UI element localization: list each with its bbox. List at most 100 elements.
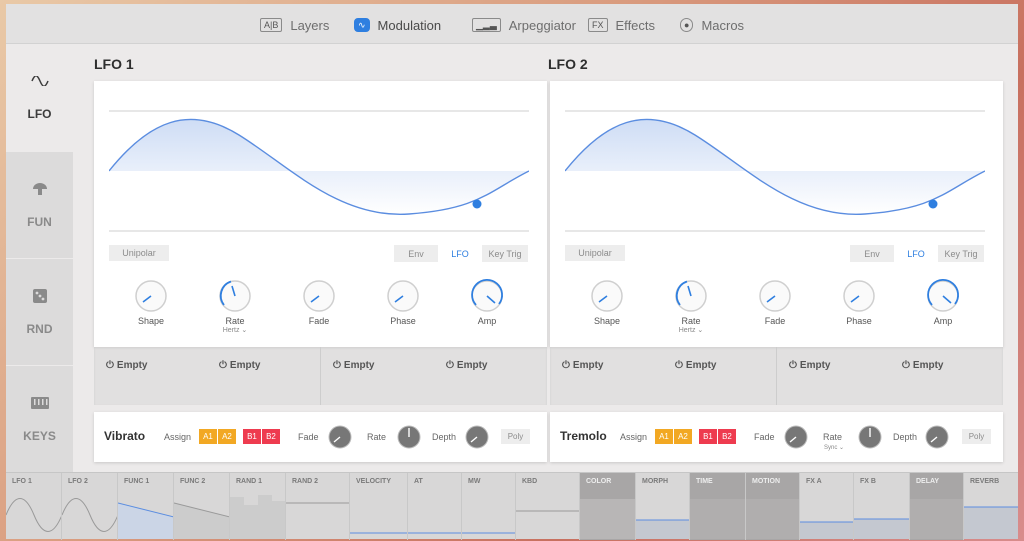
tab-macros[interactable]: ● Macros	[680, 16, 744, 34]
source-rand2[interactable]: RAND 2	[286, 473, 350, 540]
knob-dial[interactable]	[217, 278, 253, 314]
source-reverb[interactable]: REVERB	[964, 473, 1018, 540]
source-label: FX B	[860, 478, 876, 485]
knob-dial[interactable]	[925, 278, 961, 314]
source-fxa[interactable]: FX A	[800, 473, 854, 540]
knob-label: Fade	[308, 316, 330, 326]
source-fxb[interactable]: FX B	[854, 473, 910, 540]
lfo2-mode-lfo[interactable]: LFO	[894, 245, 938, 262]
vibrato-depth-knob[interactable]	[464, 424, 490, 450]
lfo2-slot-2[interactable]: ⏻ Empty	[675, 360, 716, 371]
source-func2[interactable]: FUNC 2	[174, 473, 230, 540]
source-delay[interactable]: DELAY	[910, 473, 964, 540]
tab-arpeggiator[interactable]: ▁▂▃ Arpeggiator	[472, 16, 576, 34]
power-icon: ⏻	[106, 360, 114, 371]
sidebar-item-label: RND	[26, 322, 53, 336]
lfo1-mode-lfo[interactable]: LFO	[438, 245, 482, 262]
depth-label: Depth	[432, 432, 457, 442]
sidebar-item-rnd[interactable]: RND	[6, 259, 73, 365]
lfo1-unipolar-button[interactable]: Unipolar	[109, 245, 169, 261]
rate-unit-dropdown[interactable]: Hertz ⌄	[679, 326, 704, 334]
assign-b2-button[interactable]: B2	[718, 429, 736, 444]
source-lfo2[interactable]: LFO 2	[62, 473, 118, 540]
lfo1-mode-keytrig[interactable]: Key Trig	[482, 245, 528, 262]
assign-a1-button[interactable]: A1	[655, 429, 673, 444]
source-rand1[interactable]: RAND 1	[230, 473, 286, 540]
vibrato-rate-knob[interactable]	[396, 424, 422, 450]
knob-dial[interactable]	[757, 278, 793, 314]
lfo1-waveform[interactable]	[109, 109, 529, 233]
tab-layers[interactable]: A|B Layers	[260, 16, 329, 34]
lfo2-mode-env[interactable]: Env	[850, 245, 894, 262]
knob-dial[interactable]	[301, 278, 337, 314]
lfo1-shape-knob[interactable]: Shape	[121, 278, 181, 326]
sidebar-item-keys[interactable]: KEYS	[6, 366, 73, 472]
lfo2-phase-knob[interactable]: Phase	[829, 278, 889, 326]
lfo2-panel: Unipolar Env LFO Key Trig Shape Rate Her…	[550, 81, 1003, 347]
knob-dial[interactable]	[841, 278, 877, 314]
lfo2-waveform[interactable]	[565, 109, 985, 233]
rate-sync-dropdown[interactable]: Sync ⌄	[824, 444, 844, 451]
source-color[interactable]: COLOR	[580, 473, 636, 540]
modulator-sidebar: LFO FUN RND KEYS	[6, 44, 73, 472]
lfo2-amp-knob[interactable]: Amp	[913, 278, 973, 326]
tab-effects[interactable]: FX Effects	[588, 16, 655, 34]
vibrato-fade-knob[interactable]	[327, 424, 353, 450]
assign-b1-button[interactable]: B1	[243, 429, 261, 444]
assign-b1-button[interactable]: B1	[699, 429, 717, 444]
tremolo-depth-knob[interactable]	[924, 424, 950, 450]
knob-dial[interactable]	[589, 278, 625, 314]
knob-dial[interactable]	[469, 278, 505, 314]
lfo1-slot-2[interactable]: ⏻ Empty	[219, 360, 260, 371]
lfo1-phase-knob[interactable]: Phase	[373, 278, 433, 326]
source-at[interactable]: AT	[408, 473, 462, 540]
sidebar-item-label: LFO	[27, 107, 52, 121]
mushroom-icon	[29, 181, 51, 197]
lfo2-rate-knob[interactable]: Rate Hertz ⌄	[661, 278, 721, 334]
lfo1-amp-knob[interactable]: Amp	[457, 278, 517, 326]
lfo1-slot-4[interactable]: ⏻ Empty	[446, 360, 487, 371]
sidebar-item-fun[interactable]: FUN	[6, 152, 73, 258]
rate-unit-dropdown[interactable]: Hertz ⌄	[223, 326, 248, 334]
source-velocity[interactable]: VELOCITY	[350, 473, 408, 540]
lfo1-slot-3[interactable]: ⏻ Empty	[333, 360, 374, 371]
source-kbd[interactable]: KBD	[516, 473, 580, 540]
knob-dial[interactable]	[385, 278, 421, 314]
lfo1-fade-knob[interactable]: Fade	[289, 278, 349, 326]
assign-a1-button[interactable]: A1	[199, 429, 217, 444]
lfo2-slot-1[interactable]: ⏻ Empty	[562, 360, 603, 371]
poly-button[interactable]: Poly	[962, 429, 991, 444]
sidebar-item-lfo[interactable]: LFO	[6, 44, 73, 150]
source-mw[interactable]: MW	[462, 473, 516, 540]
assign-a2-button[interactable]: A2	[218, 429, 236, 444]
assign-a2-button[interactable]: A2	[674, 429, 692, 444]
lfo1-mode-env[interactable]: Env	[394, 245, 438, 262]
assign-b2-button[interactable]: B2	[262, 429, 280, 444]
source-lfo1[interactable]: LFO 1	[6, 473, 62, 540]
tab-label: Layers	[290, 17, 330, 33]
poly-button[interactable]: Poly	[501, 429, 530, 444]
knob-label: Rate	[681, 316, 701, 326]
knob-dial[interactable]	[133, 278, 169, 314]
lfo1-assign-buttons: A1 A2 B1 B2	[199, 429, 280, 444]
lfo2-unipolar-button[interactable]: Unipolar	[565, 245, 625, 261]
tab-modulation[interactable]: ∿ Modulation	[354, 16, 441, 34]
lfo1-panel: Unipolar Env LFO Key Trig Shape Rate Her…	[94, 81, 547, 347]
lfo1-rate-knob[interactable]: Rate Hertz ⌄	[205, 278, 265, 334]
source-func1[interactable]: FUNC 1	[118, 473, 174, 540]
source-morph[interactable]: MORPH	[636, 473, 690, 540]
lfo2-mode-keytrig[interactable]: Key Trig	[938, 245, 984, 262]
lfo1-slot-1[interactable]: ⏻ Empty	[106, 360, 147, 371]
lfo2-shape-knob[interactable]: Shape	[577, 278, 637, 326]
lfo2-slot-3[interactable]: ⏻ Empty	[789, 360, 830, 371]
lfo2-fade-knob[interactable]: Fade	[745, 278, 805, 326]
slot-divider	[776, 347, 777, 405]
lfo2-slot-4[interactable]: ⏻ Empty	[902, 360, 943, 371]
slot-label: Empty	[229, 360, 261, 371]
tremolo-fade-knob[interactable]	[783, 424, 809, 450]
tremolo-rate-knob[interactable]	[857, 424, 883, 450]
source-motion[interactable]: MOTION	[746, 473, 800, 540]
source-time[interactable]: TIME	[690, 473, 746, 540]
knob-dial[interactable]	[673, 278, 709, 314]
source-label: FUNC 2	[180, 478, 206, 485]
